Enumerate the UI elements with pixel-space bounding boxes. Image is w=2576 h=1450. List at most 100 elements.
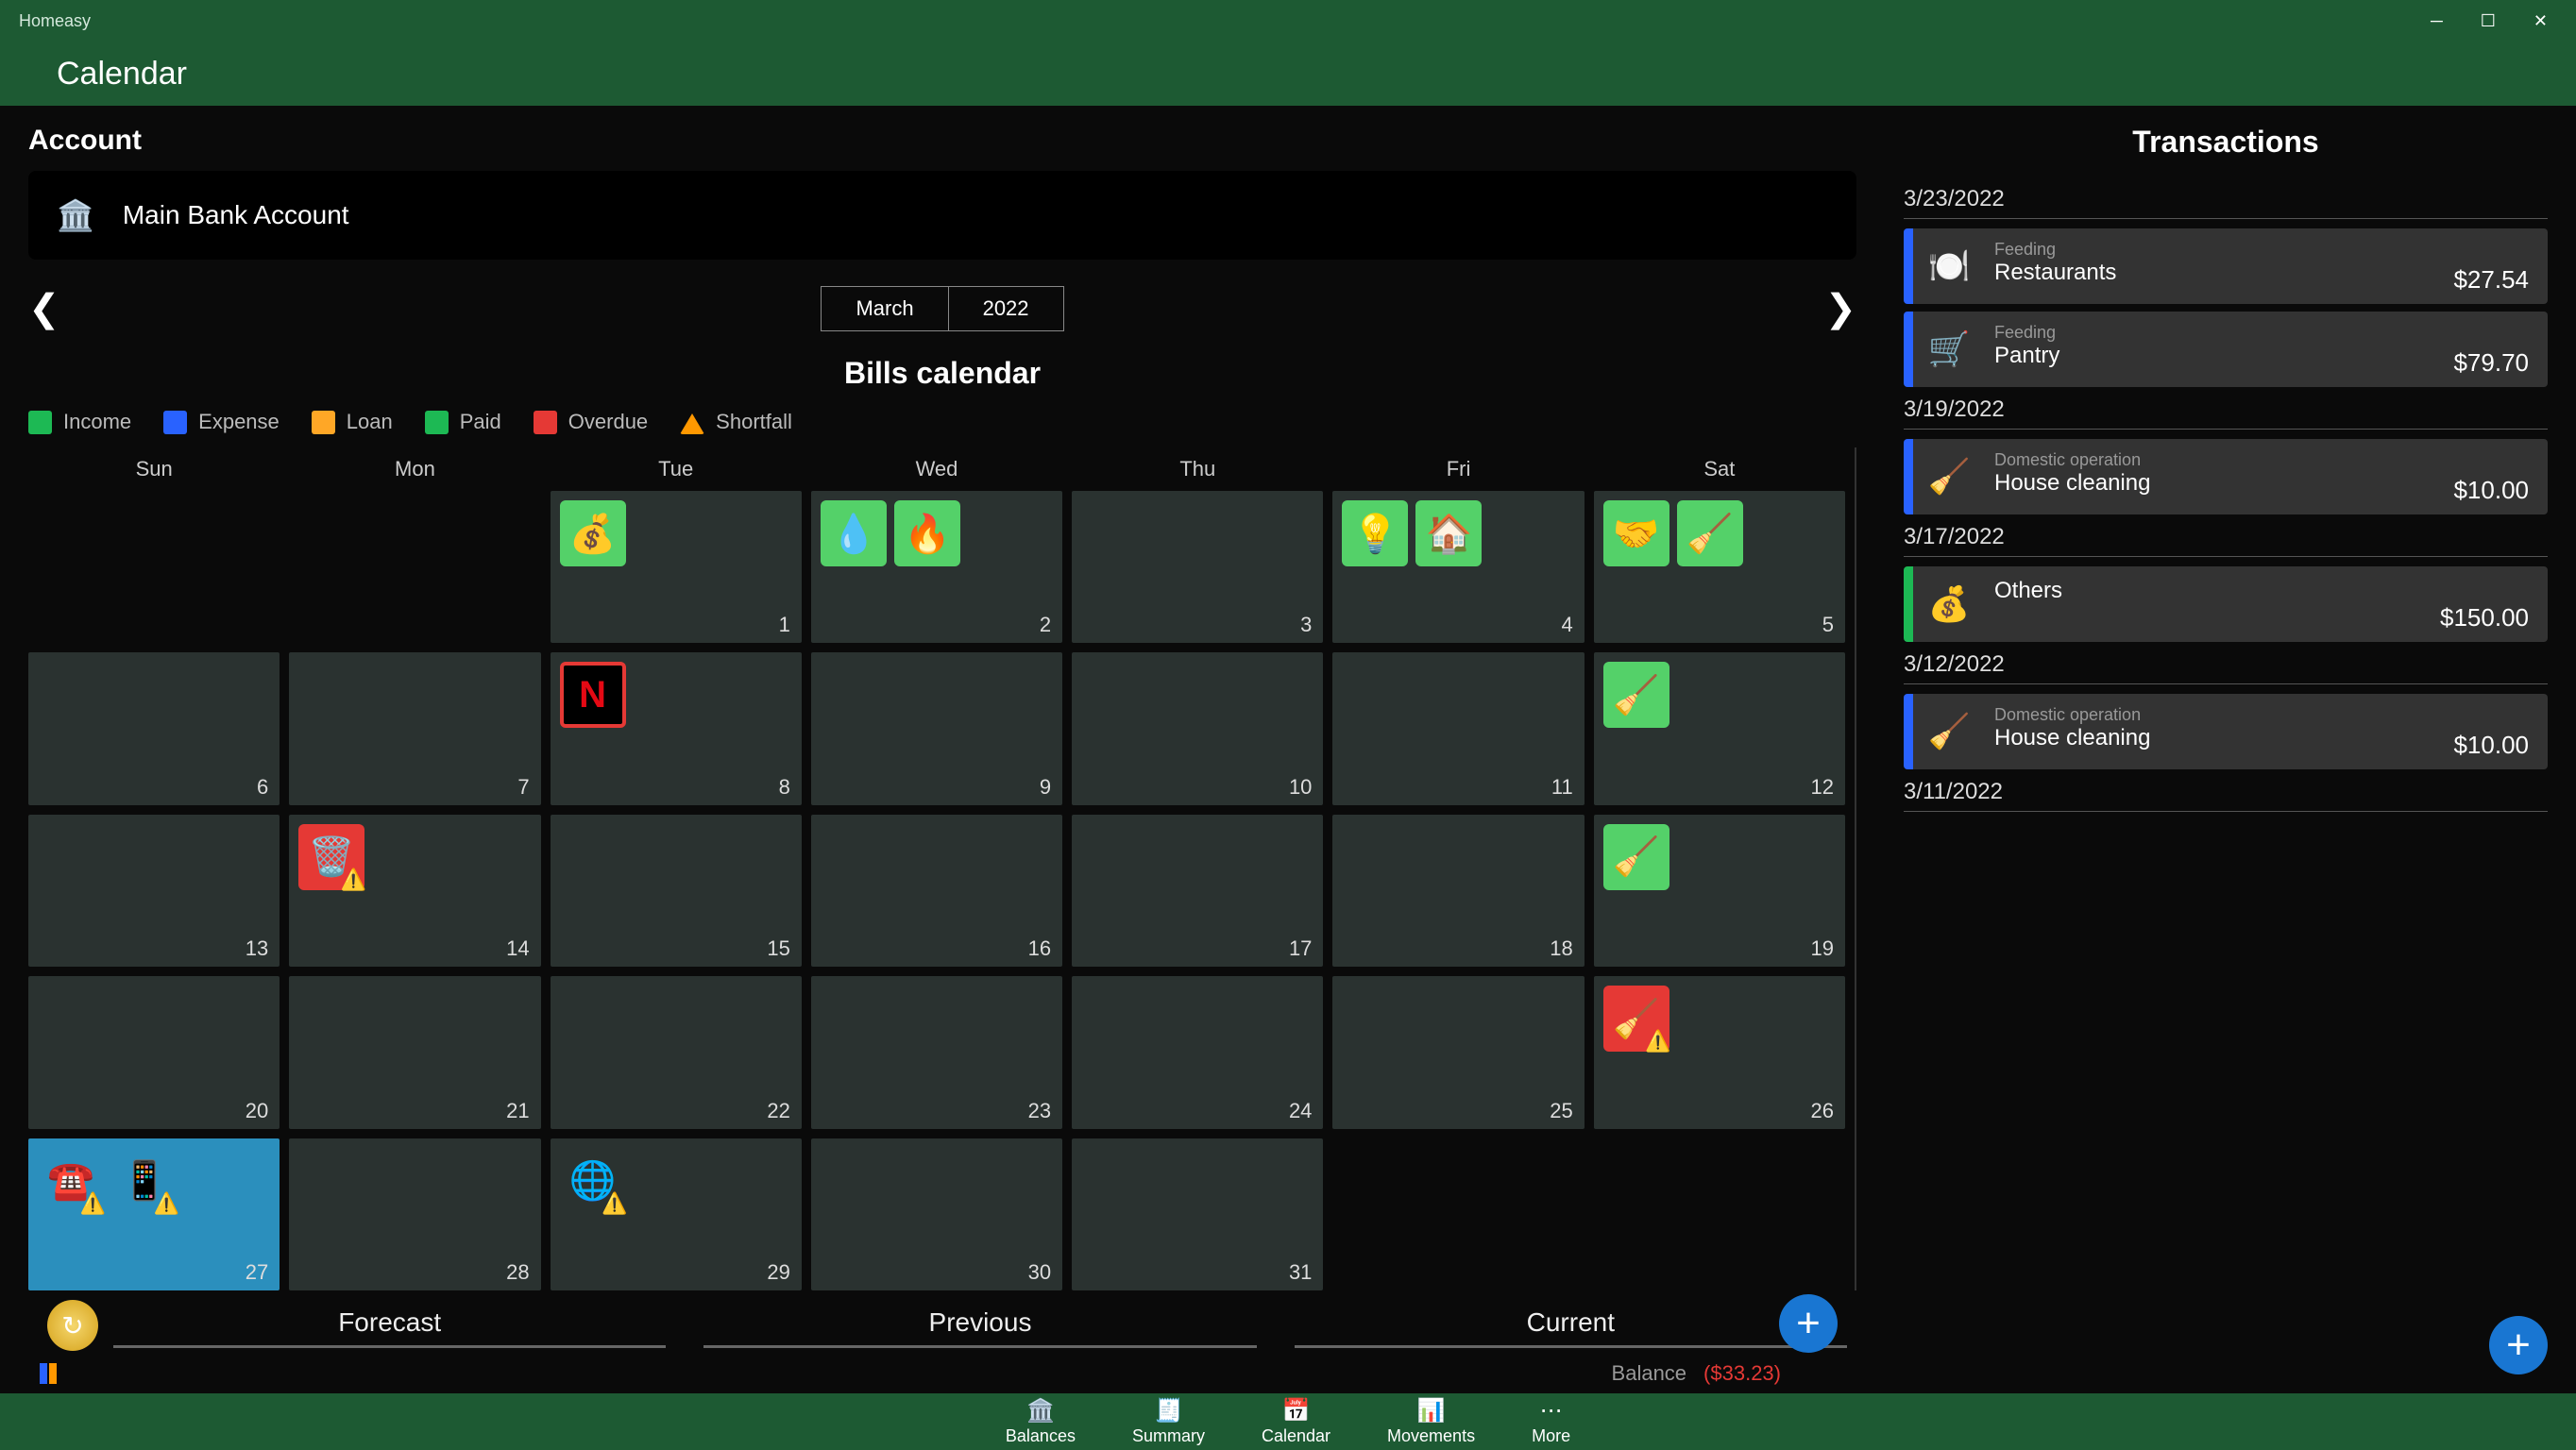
bill-chip[interactable]: 🏠 — [1415, 500, 1482, 566]
transaction-row[interactable]: 🧹Domestic operationHouse cleaning$10.00 — [1904, 439, 2548, 514]
day-number: 17 — [1289, 936, 1312, 961]
header: Calendar — [0, 42, 2576, 106]
calendar-cell[interactable]: 6 — [28, 652, 280, 804]
calendar-cell[interactable]: 29🌐⚠️ — [551, 1138, 802, 1290]
nav-movements[interactable]: 📊Movements — [1387, 1397, 1475, 1446]
calendar-cell[interactable]: 12🧹 — [1594, 652, 1845, 804]
add-bill-button[interactable]: + — [1779, 1294, 1838, 1353]
day-number: 19 — [1811, 936, 1834, 961]
tab-current[interactable]: Current — [1295, 1307, 1847, 1348]
bill-chip[interactable]: 🧹⚠️ — [1603, 986, 1669, 1052]
shortfall-icon: ⚠️ — [602, 1191, 627, 1216]
movements-icon: 📊 — [1417, 1397, 1446, 1425]
day-number: 6 — [257, 775, 268, 800]
calendar-cell[interactable]: 16 — [811, 815, 1062, 967]
calendar-cell[interactable]: 25 — [1332, 976, 1584, 1128]
year-value[interactable]: 2022 — [949, 287, 1063, 330]
calendar-cell[interactable]: 27☎️⚠️📱⚠️ — [28, 1138, 280, 1290]
calendar-cell[interactable]: 10 — [1072, 652, 1323, 804]
transaction-row[interactable]: 🛒FeedingPantry$79.70 — [1904, 312, 2548, 387]
calendar-cell[interactable]: 1💰 — [551, 491, 802, 643]
transaction-icon: 💰 — [1923, 578, 1975, 631]
calendar-cell[interactable]: 18 — [1332, 815, 1584, 967]
calendar-cell[interactable]: 7 — [289, 652, 540, 804]
bill-chip[interactable]: 💡 — [1342, 500, 1408, 566]
prev-month-button[interactable]: ❮ — [28, 287, 60, 330]
add-transaction-button[interactable]: + — [2489, 1316, 2548, 1374]
transaction-row[interactable]: 🧹Domestic operationHouse cleaning$10.00 — [1904, 694, 2548, 769]
bill-chip[interactable]: 💧 — [821, 500, 887, 566]
bill-chip[interactable]: 🧹 — [1603, 824, 1669, 890]
calendar-cell[interactable]: 13 — [28, 815, 280, 967]
month-value[interactable]: March — [822, 287, 948, 330]
calendar-cell[interactable]: 30 — [811, 1138, 1062, 1290]
day-number: 21 — [506, 1099, 529, 1123]
calendar-cell[interactable]: 15 — [551, 815, 802, 967]
day-number: 3 — [1300, 613, 1312, 637]
tab-previous[interactable]: Previous — [703, 1307, 1256, 1348]
calendar-cell[interactable]: 9 — [811, 652, 1062, 804]
calendar-cell[interactable]: 3 — [1072, 491, 1323, 643]
bill-chip[interactable]: 🗑️⚠️ — [298, 824, 364, 890]
nav-calendar[interactable]: 📅Calendar — [1262, 1397, 1330, 1446]
calendar-cell[interactable]: 4💡🏠 — [1332, 491, 1584, 643]
day-number: 22 — [767, 1099, 789, 1123]
shortfall-icon: ⚠️ — [154, 1191, 179, 1216]
calendar-cell[interactable]: 11 — [1332, 652, 1584, 804]
bottom-nav: 🏛️Balances 🧾Summary 📅Calendar 📊Movements… — [0, 1393, 2576, 1450]
day-number: 14 — [506, 936, 529, 961]
bill-chip[interactable]: 🔥 — [894, 500, 960, 566]
calendar-cell[interactable]: 20 — [28, 976, 280, 1128]
calendar-cell[interactable]: 31 — [1072, 1138, 1323, 1290]
next-month-button[interactable]: ❯ — [1824, 287, 1856, 330]
bill-chip[interactable]: 📱⚠️ — [111, 1148, 178, 1214]
balance-row: Balance ($33.23) — [28, 1357, 1856, 1393]
minimize-icon[interactable]: ─ — [2431, 11, 2443, 31]
transaction-row[interactable]: 💰Others$150.00 — [1904, 566, 2548, 642]
transaction-category: Domestic operation — [1994, 705, 2150, 725]
day-number: 25 — [1550, 1099, 1572, 1123]
day-number: 8 — [779, 775, 790, 800]
calendar-cell[interactable]: 24 — [1072, 976, 1323, 1128]
calendar-cell — [28, 491, 280, 643]
calendar-cell[interactable]: 22 — [551, 976, 802, 1128]
calendar-cell[interactable]: 19 🧹 — [1594, 815, 1845, 967]
transaction-icon: 🧹 — [1923, 705, 1975, 758]
calendar-cell[interactable]: 8N — [551, 652, 802, 804]
calendar-cell[interactable]: 23 — [811, 976, 1062, 1128]
calendar-cell[interactable]: 5🤝🧹 — [1594, 491, 1845, 643]
transaction-category: Feeding — [1994, 323, 2059, 343]
tab-forecast[interactable]: Forecast — [113, 1307, 666, 1348]
transaction-icon: 🍽️ — [1923, 240, 1975, 293]
calendar-cell[interactable]: 17 — [1072, 815, 1323, 967]
maximize-icon[interactable]: ☐ — [2481, 11, 2496, 31]
calendar-cell[interactable]: 28 — [289, 1138, 540, 1290]
nav-more[interactable]: ⋯More — [1532, 1397, 1570, 1446]
calendar-cell[interactable]: 2💧🔥 — [811, 491, 1062, 643]
transaction-amount: $150.00 — [2440, 603, 2529, 632]
calendar-cell[interactable]: 21 — [289, 976, 540, 1128]
bill-chip[interactable]: 🤝 — [1603, 500, 1669, 566]
bill-chip[interactable]: 🌐⚠️ — [560, 1148, 626, 1214]
calendar-icon: 📅 — [1282, 1397, 1311, 1425]
transaction-date: 3/19/2022 — [1904, 396, 2548, 430]
bill-chip[interactable]: N — [560, 662, 626, 728]
nav-balances[interactable]: 🏛️Balances — [1006, 1397, 1076, 1446]
transaction-amount: $10.00 — [2453, 731, 2529, 760]
bill-chip[interactable]: 🧹 — [1603, 662, 1669, 728]
account-card[interactable]: 🏛️ Main Bank Account — [28, 171, 1856, 260]
balance-label: Balance — [1612, 1361, 1687, 1386]
dow-header: Thu — [1072, 447, 1323, 491]
calendar-cell[interactable]: 14 🗑️⚠️ — [289, 815, 540, 967]
bill-chip[interactable]: 🧹 — [1677, 500, 1743, 566]
close-icon[interactable]: ✕ — [2534, 11, 2548, 31]
bill-chip[interactable]: 💰 — [560, 500, 626, 566]
transaction-row[interactable]: 🍽️FeedingRestaurants$27.54 — [1904, 228, 2548, 304]
shortfall-icon: ⚠️ — [80, 1191, 106, 1216]
bill-chip[interactable]: ☎️⚠️ — [38, 1148, 104, 1214]
coin-icon[interactable]: ↻ — [47, 1300, 98, 1351]
calendar-cell[interactable]: 26🧹⚠️ — [1594, 976, 1845, 1128]
day-number: 9 — [1040, 775, 1051, 800]
nav-summary[interactable]: 🧾Summary — [1132, 1397, 1205, 1446]
month-selector[interactable]: March 2022 — [821, 286, 1063, 331]
